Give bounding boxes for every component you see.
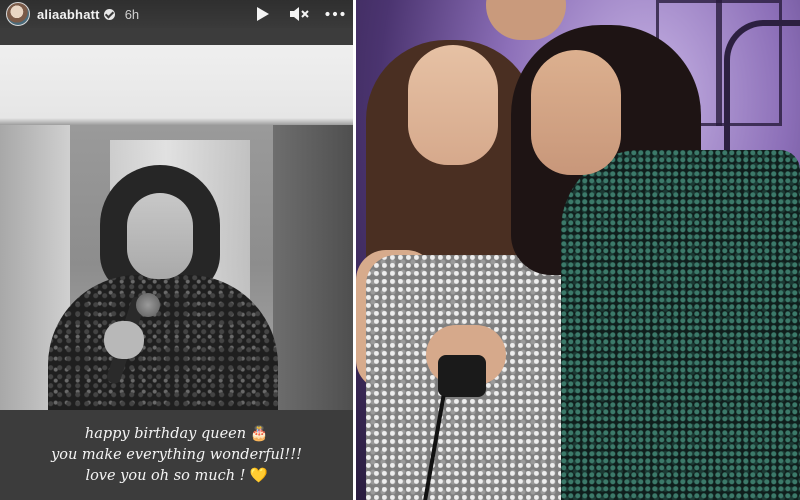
story-photo xyxy=(0,45,353,410)
microphone-head xyxy=(136,293,160,317)
caption-line-1-text: happy birthday queen xyxy=(84,425,247,442)
caption-line-1: happy birthday queen 🎂 xyxy=(85,424,268,445)
play-icon[interactable] xyxy=(253,4,273,24)
story-header: aliaabhatt 6h xyxy=(0,0,353,28)
caption-line-2: you make everything wonderful!!! xyxy=(51,446,302,463)
story-time-ago: 6h xyxy=(124,6,140,22)
woman-left-face xyxy=(408,45,498,165)
background-person xyxy=(486,0,566,40)
story-username[interactable]: aliaabhatt xyxy=(37,7,100,22)
instagram-story: aliaabhatt 6h happy birthday queen 🎂 you… xyxy=(0,0,353,500)
mute-icon[interactable] xyxy=(289,4,309,24)
party-photo xyxy=(356,0,800,500)
caption-line-3: love you oh so much ! 💛 xyxy=(85,466,267,487)
speaker-sequin-top xyxy=(48,275,278,410)
woman-right-face xyxy=(531,50,621,175)
woman-right-green-sequin-dress xyxy=(561,150,800,500)
speaker-face xyxy=(127,193,193,279)
photo-background-curtain xyxy=(273,125,353,410)
remote-icon xyxy=(438,355,486,397)
yellow-heart-emoji-icon: 💛 xyxy=(249,467,268,484)
more-icon[interactable] xyxy=(325,4,345,24)
speaker-hand xyxy=(104,321,144,359)
avatar[interactable] xyxy=(6,2,30,26)
caption-line-3-text: love you oh so much ! xyxy=(85,467,246,484)
verified-icon xyxy=(103,8,115,20)
story-controls xyxy=(253,4,345,24)
birthday-cake-emoji-icon: 🎂 xyxy=(250,425,269,442)
story-caption: happy birthday queen 🎂 you make everythin… xyxy=(0,410,353,500)
